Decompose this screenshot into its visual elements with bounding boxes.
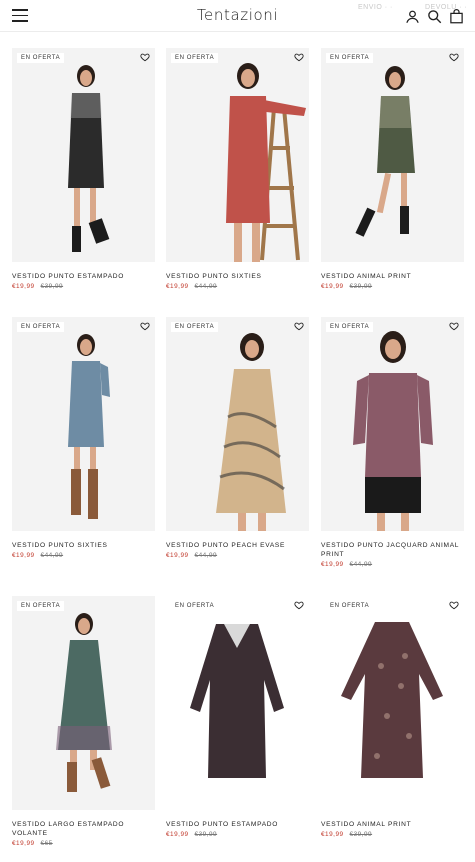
original-price: €44,99: [349, 561, 373, 568]
product-price: €19,99 €44,99: [12, 552, 155, 559]
product-price: €19,99 €44,99: [166, 552, 309, 559]
heart-icon[interactable]: [294, 321, 304, 331]
shopping-bag-icon[interactable]: [449, 9, 464, 24]
shipping-notice: ENVIO · ·: [358, 4, 393, 11]
garment-flat: [341, 622, 443, 778]
dress-shape: [68, 361, 104, 447]
dress-shape: [365, 373, 421, 477]
product-image[interactable]: EN OFERTA: [321, 317, 464, 531]
product-price: €19,99 €39,99: [166, 831, 309, 838]
product-name[interactable]: VESTIDO PUNTO PEACH EVASE: [166, 541, 309, 550]
product-price: €19,99 €44,99: [166, 283, 309, 290]
sale-badge: EN OFERTA: [171, 53, 219, 63]
sale-price: €19,99: [321, 831, 344, 838]
product-name[interactable]: VESTIDO LARGO ESTAMPADO VOLANTE: [12, 820, 155, 838]
product-card[interactable]: EN OFERTA VESTIDO PUNTO PEACH EVASE €19,…: [166, 317, 309, 559]
original-price: €39,99: [349, 831, 373, 838]
sale-price: €19,99: [321, 283, 344, 290]
original-price: €39,99: [349, 283, 373, 290]
model-figure: [68, 65, 110, 252]
product-card[interactable]: EN OFERTA VESTIDO ANIMAL PRINT €19,99 €39…: [321, 596, 464, 838]
sale-price: €19,99: [166, 552, 189, 559]
sale-badge: EN OFERTA: [171, 322, 219, 332]
original-price: €44,99: [194, 283, 218, 290]
product-image[interactable]: EN OFERTA: [166, 596, 309, 810]
original-price: €44,99: [40, 552, 64, 559]
product-card[interactable]: EN OFERTA VESTIDO PUNTO ESTAMPADO €19,99…: [12, 48, 155, 290]
dress-shape: [341, 622, 443, 778]
heart-icon[interactable]: [294, 52, 304, 62]
product-image[interactable]: EN OFERTA: [166, 317, 309, 531]
product-name[interactable]: VESTIDO PUNTO ESTAMPADO: [166, 820, 309, 829]
dress-shape: [216, 369, 286, 513]
model-figure: [355, 66, 415, 237]
original-price: €39,99: [40, 283, 64, 290]
product-price: €19,99 €39,99: [321, 283, 464, 290]
product-card[interactable]: EN OFERTA VESTIDO ANIMAL PRINT €19,99 €39…: [321, 48, 464, 290]
heart-icon[interactable]: [449, 52, 459, 62]
sale-badge: EN OFERTA: [326, 53, 374, 63]
model-figure: [68, 334, 110, 519]
site-header: Tentazioni ENVIO · · DEVOLU · ·: [0, 0, 475, 32]
search-icon[interactable]: [427, 9, 442, 24]
sale-badge: EN OFERTA: [17, 601, 65, 611]
product-name[interactable]: VESTIDO PUNTO JACQUARD ANIMAL PRINT: [321, 541, 464, 559]
product-image[interactable]: EN OFERTA: [12, 48, 155, 262]
product-name[interactable]: VESTIDO ANIMAL PRINT: [321, 272, 464, 281]
product-image[interactable]: EN OFERTA: [12, 596, 155, 810]
sale-badge: EN OFERTA: [17, 322, 65, 332]
sale-badge: EN OFERTA: [326, 322, 374, 332]
product-image[interactable]: EN OFERTA: [166, 48, 309, 262]
product-price: €19,99 €44,99: [321, 561, 464, 568]
sale-price: €19,99: [166, 283, 189, 290]
sale-price: €19,99: [12, 283, 35, 290]
product-name[interactable]: VESTIDO ANIMAL PRINT: [321, 820, 464, 829]
heart-icon[interactable]: [294, 600, 304, 610]
product-image[interactable]: EN OFERTA: [321, 596, 464, 810]
garment-flat: [190, 624, 284, 778]
model-figure: [226, 63, 306, 262]
site-logo[interactable]: Tentazioni: [0, 6, 475, 24]
model-figure: [216, 333, 286, 531]
sale-badge: EN OFERTA: [326, 601, 374, 611]
account-icon[interactable]: [405, 9, 420, 24]
original-price: €39,99: [194, 831, 218, 838]
product-price: €19,99 €39,99: [321, 831, 464, 838]
sale-price: €19,99: [12, 552, 35, 559]
model-figure: [353, 331, 433, 531]
heart-icon[interactable]: [449, 321, 459, 331]
product-price: €19,99 €39,99: [12, 283, 155, 290]
product-price: €19,99 €65: [12, 840, 155, 847]
product-grid: EN OFERTA VESTIDO PUNTO ESTAMPADO €19,99…: [0, 0, 475, 862]
product-card[interactable]: EN OFERTA VESTIDO PUNTO JACQUARD ANIMAL …: [321, 317, 464, 568]
heart-icon[interactable]: [140, 52, 150, 62]
sale-price: €19,99: [321, 561, 344, 568]
original-price: €44,99: [194, 552, 218, 559]
model-figure: [56, 613, 112, 792]
product-card[interactable]: EN OFERTA VESTIDO PUNTO ESTAMPADO €19,99…: [166, 596, 309, 838]
product-card[interactable]: EN OFERTA VESTIDO PUNTO SIXTIES €19,99 €4…: [12, 317, 155, 559]
product-card[interactable]: EN OFERTA VESTIDO PUNTO SIXTIES €19,99 €4…: [166, 48, 309, 290]
dress-shape: [226, 96, 270, 223]
product-name[interactable]: VESTIDO PUNTO SIXTIES: [12, 541, 155, 550]
product-name[interactable]: VESTIDO PUNTO SIXTIES: [166, 272, 309, 281]
sale-price: €19,99: [12, 840, 35, 847]
sale-price: €19,99: [166, 831, 189, 838]
product-card[interactable]: EN OFERTA VESTIDO LARGO ESTAMPADO VOLANT…: [12, 596, 155, 847]
heart-icon[interactable]: [449, 600, 459, 610]
original-price: €65: [40, 840, 53, 847]
heart-icon[interactable]: [140, 321, 150, 331]
product-name[interactable]: VESTIDO PUNTO ESTAMPADO: [12, 272, 155, 281]
product-image[interactable]: EN OFERTA: [321, 48, 464, 262]
product-image[interactable]: EN OFERTA: [12, 317, 155, 531]
sale-badge: EN OFERTA: [171, 601, 219, 611]
sale-badge: EN OFERTA: [17, 53, 65, 63]
